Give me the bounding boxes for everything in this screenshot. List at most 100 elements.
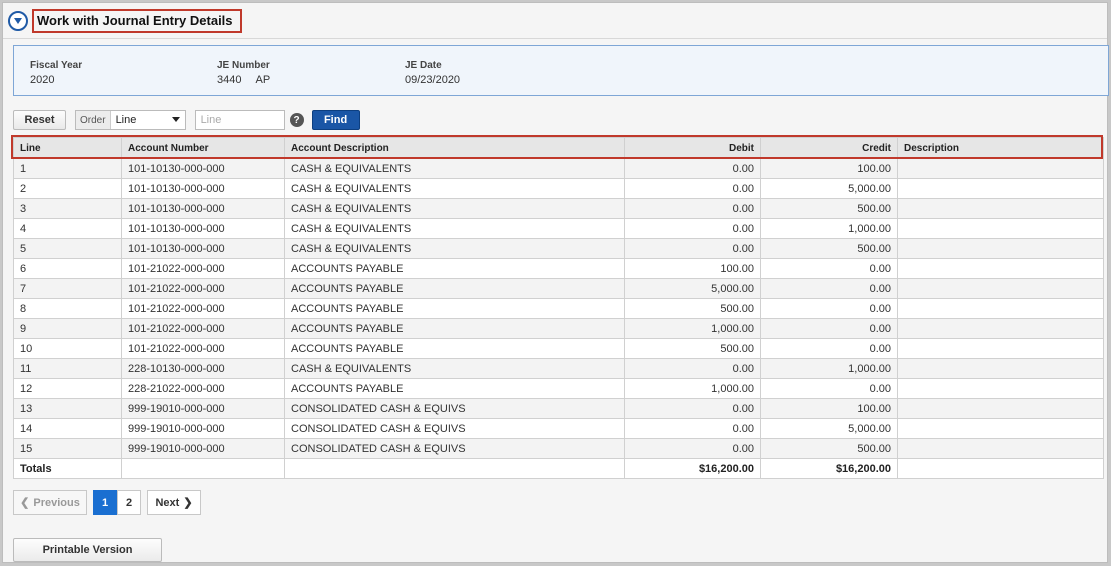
je-date-field: JE Date 09/23/2020 — [405, 60, 460, 86]
table-row[interactable]: 7 101-21022-000-000 ACCOUNTS PAYABLE 5,000.… — [13, 278, 1104, 299]
next-page-button[interactable]: Next ❯ — [147, 490, 201, 515]
cell-line: 11 — [13, 358, 122, 379]
totals-row: Totals $16,200.00 $16,200.00 — [13, 458, 1104, 479]
cell-account-number: 101-21022-000-000 — [121, 318, 285, 339]
cell-line: 8 — [13, 298, 122, 319]
page-1-button[interactable]: 1 — [93, 490, 117, 515]
table-row[interactable]: 13 999-19010-000-000 CONSOLIDATED CASH & E… — [13, 398, 1104, 419]
cell-line: 14 — [13, 418, 122, 439]
cell-description — [897, 438, 1104, 459]
cell-account-description: CASH & EQUIVALENTS — [284, 198, 625, 219]
reset-button[interactable]: Reset — [13, 110, 66, 130]
table-row[interactable]: 1 101-10130-000-000 CASH & EQUIVALENTS 0.00… — [13, 158, 1104, 179]
cell-credit: 1,000.00 — [760, 358, 898, 379]
cell-account-description: ACCOUNTS PAYABLE — [284, 378, 625, 399]
cell-debit: 5,000.00 — [624, 278, 761, 299]
table-row[interactable]: 12 228-21022-000-000 ACCOUNTS PAYABLE 1,000… — [13, 378, 1104, 399]
cell-account-description: ACCOUNTS PAYABLE — [284, 298, 625, 319]
cell-credit: 500.00 — [760, 238, 898, 259]
col-header-account-description[interactable]: Account Description — [284, 137, 625, 159]
table-row[interactable]: 6 101-21022-000-000 ACCOUNTS PAYABLE 100.00… — [13, 258, 1104, 279]
cell-line: 7 — [13, 278, 122, 299]
cell-description — [897, 178, 1104, 199]
order-select-group[interactable]: Order Line — [75, 110, 186, 130]
cell-credit: 0.00 — [760, 298, 898, 319]
pagination: ❮ Previous 1 2 Next ❯ — [13, 490, 201, 515]
cell-description — [897, 298, 1104, 319]
col-header-credit[interactable]: Credit — [760, 137, 898, 159]
cell-account-number: 101-21022-000-000 — [121, 278, 285, 299]
cell-account-description: ACCOUNTS PAYABLE — [284, 278, 625, 299]
cell-credit: 0.00 — [760, 258, 898, 279]
cell-description — [897, 378, 1104, 399]
table-row[interactable]: 2 101-10130-000-000 CASH & EQUIVALENTS 0.00… — [13, 178, 1104, 199]
journal-table: Line Account Number Account Description … — [13, 137, 1104, 479]
printable-version-button[interactable]: Printable Version — [13, 538, 162, 562]
cell-account-description: ACCOUNTS PAYABLE — [284, 318, 625, 339]
cell-account-number: 228-21022-000-000 — [121, 378, 285, 399]
table-row[interactable]: 14 999-19010-000-000 CONSOLIDATED CASH & E… — [13, 418, 1104, 439]
cell-account-description: CASH & EQUIVALENTS — [284, 218, 625, 239]
col-header-debit[interactable]: Debit — [624, 137, 761, 159]
table-row[interactable]: 15 999-19010-000-000 CONSOLIDATED CASH & E… — [13, 438, 1104, 459]
table-row[interactable]: 4 101-10130-000-000 CASH & EQUIVALENTS 0.00… — [13, 218, 1104, 239]
cell-account-number: 101-21022-000-000 — [121, 298, 285, 319]
line-search-input[interactable]: Line — [194, 110, 285, 130]
cell-debit: 100.00 — [624, 258, 761, 279]
cell-account-number: 101-10130-000-000 — [121, 238, 285, 259]
cell-line: 2 — [13, 178, 122, 199]
cell-account-description: CONSOLIDATED CASH & EQUIVS — [284, 398, 625, 419]
page-2-button[interactable]: 2 — [117, 490, 141, 515]
table-row[interactable]: 8 101-21022-000-000 ACCOUNTS PAYABLE 500.00… — [13, 298, 1104, 319]
je-number-field: JE Number 3440 AP — [217, 60, 270, 86]
total-debit: $16,200.00 — [624, 458, 761, 479]
find-button[interactable]: Find — [311, 110, 360, 130]
je-number-label: JE Number — [217, 60, 270, 71]
col-header-line[interactable]: Line — [13, 137, 122, 159]
cell-debit: 1,000.00 — [624, 318, 761, 339]
previous-label: Previous — [33, 496, 80, 509]
cell-line: 5 — [13, 238, 122, 259]
cell-account-number: 101-10130-000-000 — [121, 218, 285, 239]
previous-page-button[interactable]: ❮ Previous — [13, 490, 87, 515]
cell-account-number: 228-10130-000-000 — [121, 358, 285, 379]
collapse-toggle-icon[interactable] — [8, 11, 28, 31]
cell-description — [897, 418, 1104, 439]
cell-account-number: 999-19010-000-000 — [121, 398, 285, 419]
cell-line: 6 — [13, 258, 122, 279]
table-row[interactable]: 11 228-10130-000-000 CASH & EQUIVALENTS 0.0… — [13, 358, 1104, 379]
help-icon[interactable]: ? — [289, 113, 304, 127]
col-header-account-number[interactable]: Account Number — [121, 137, 285, 159]
table-row[interactable]: 3 101-10130-000-000 CASH & EQUIVALENTS 0.00… — [13, 198, 1104, 219]
cell-credit: 500.00 — [760, 438, 898, 459]
cell-debit: 0.00 — [624, 238, 761, 259]
cell-line: 9 — [13, 318, 122, 339]
table-row[interactable]: 9 101-21022-000-000 ACCOUNTS PAYABLE 1,000.… — [13, 318, 1104, 339]
table-row[interactable]: 10 101-21022-000-000 ACCOUNTS PAYABLE 500.0… — [13, 338, 1104, 359]
cell-description — [897, 398, 1104, 419]
order-select[interactable]: Line — [111, 111, 185, 129]
cell-debit: 0.00 — [624, 218, 761, 239]
je-date-label: JE Date — [405, 60, 442, 71]
window-frame: Work with Journal Entry Details Fiscal Y… — [2, 2, 1109, 563]
cell-debit: 0.00 — [624, 438, 761, 459]
cell-account-description: ACCOUNTS PAYABLE — [284, 258, 625, 279]
table-row[interactable]: 5 101-10130-000-000 CASH & EQUIVALENTS 0.00… — [13, 238, 1104, 259]
cell-line: 4 — [13, 218, 122, 239]
je-date-value: 09/23/2020 — [405, 74, 461, 86]
cell-credit: 0.00 — [760, 338, 898, 359]
cell-debit: 500.00 — [624, 338, 761, 359]
fiscal-year-field: Fiscal Year 2020 — [30, 60, 82, 86]
cell-credit: 1,000.00 — [760, 218, 898, 239]
totals-label: Totals — [13, 458, 122, 479]
cell-credit: 5,000.00 — [760, 178, 898, 199]
order-selected-value: Line — [115, 114, 137, 126]
cell-account-number: 101-21022-000-000 — [121, 258, 285, 279]
chevron-left-icon: ❮ — [20, 497, 30, 509]
total-credit: $16,200.00 — [760, 458, 898, 479]
cell-description — [897, 358, 1104, 379]
cell-account-description: ACCOUNTS PAYABLE — [284, 338, 625, 359]
cell-credit: 100.00 — [760, 398, 898, 419]
col-header-description[interactable]: Description — [897, 137, 1104, 159]
cell-line: 3 — [13, 198, 122, 219]
